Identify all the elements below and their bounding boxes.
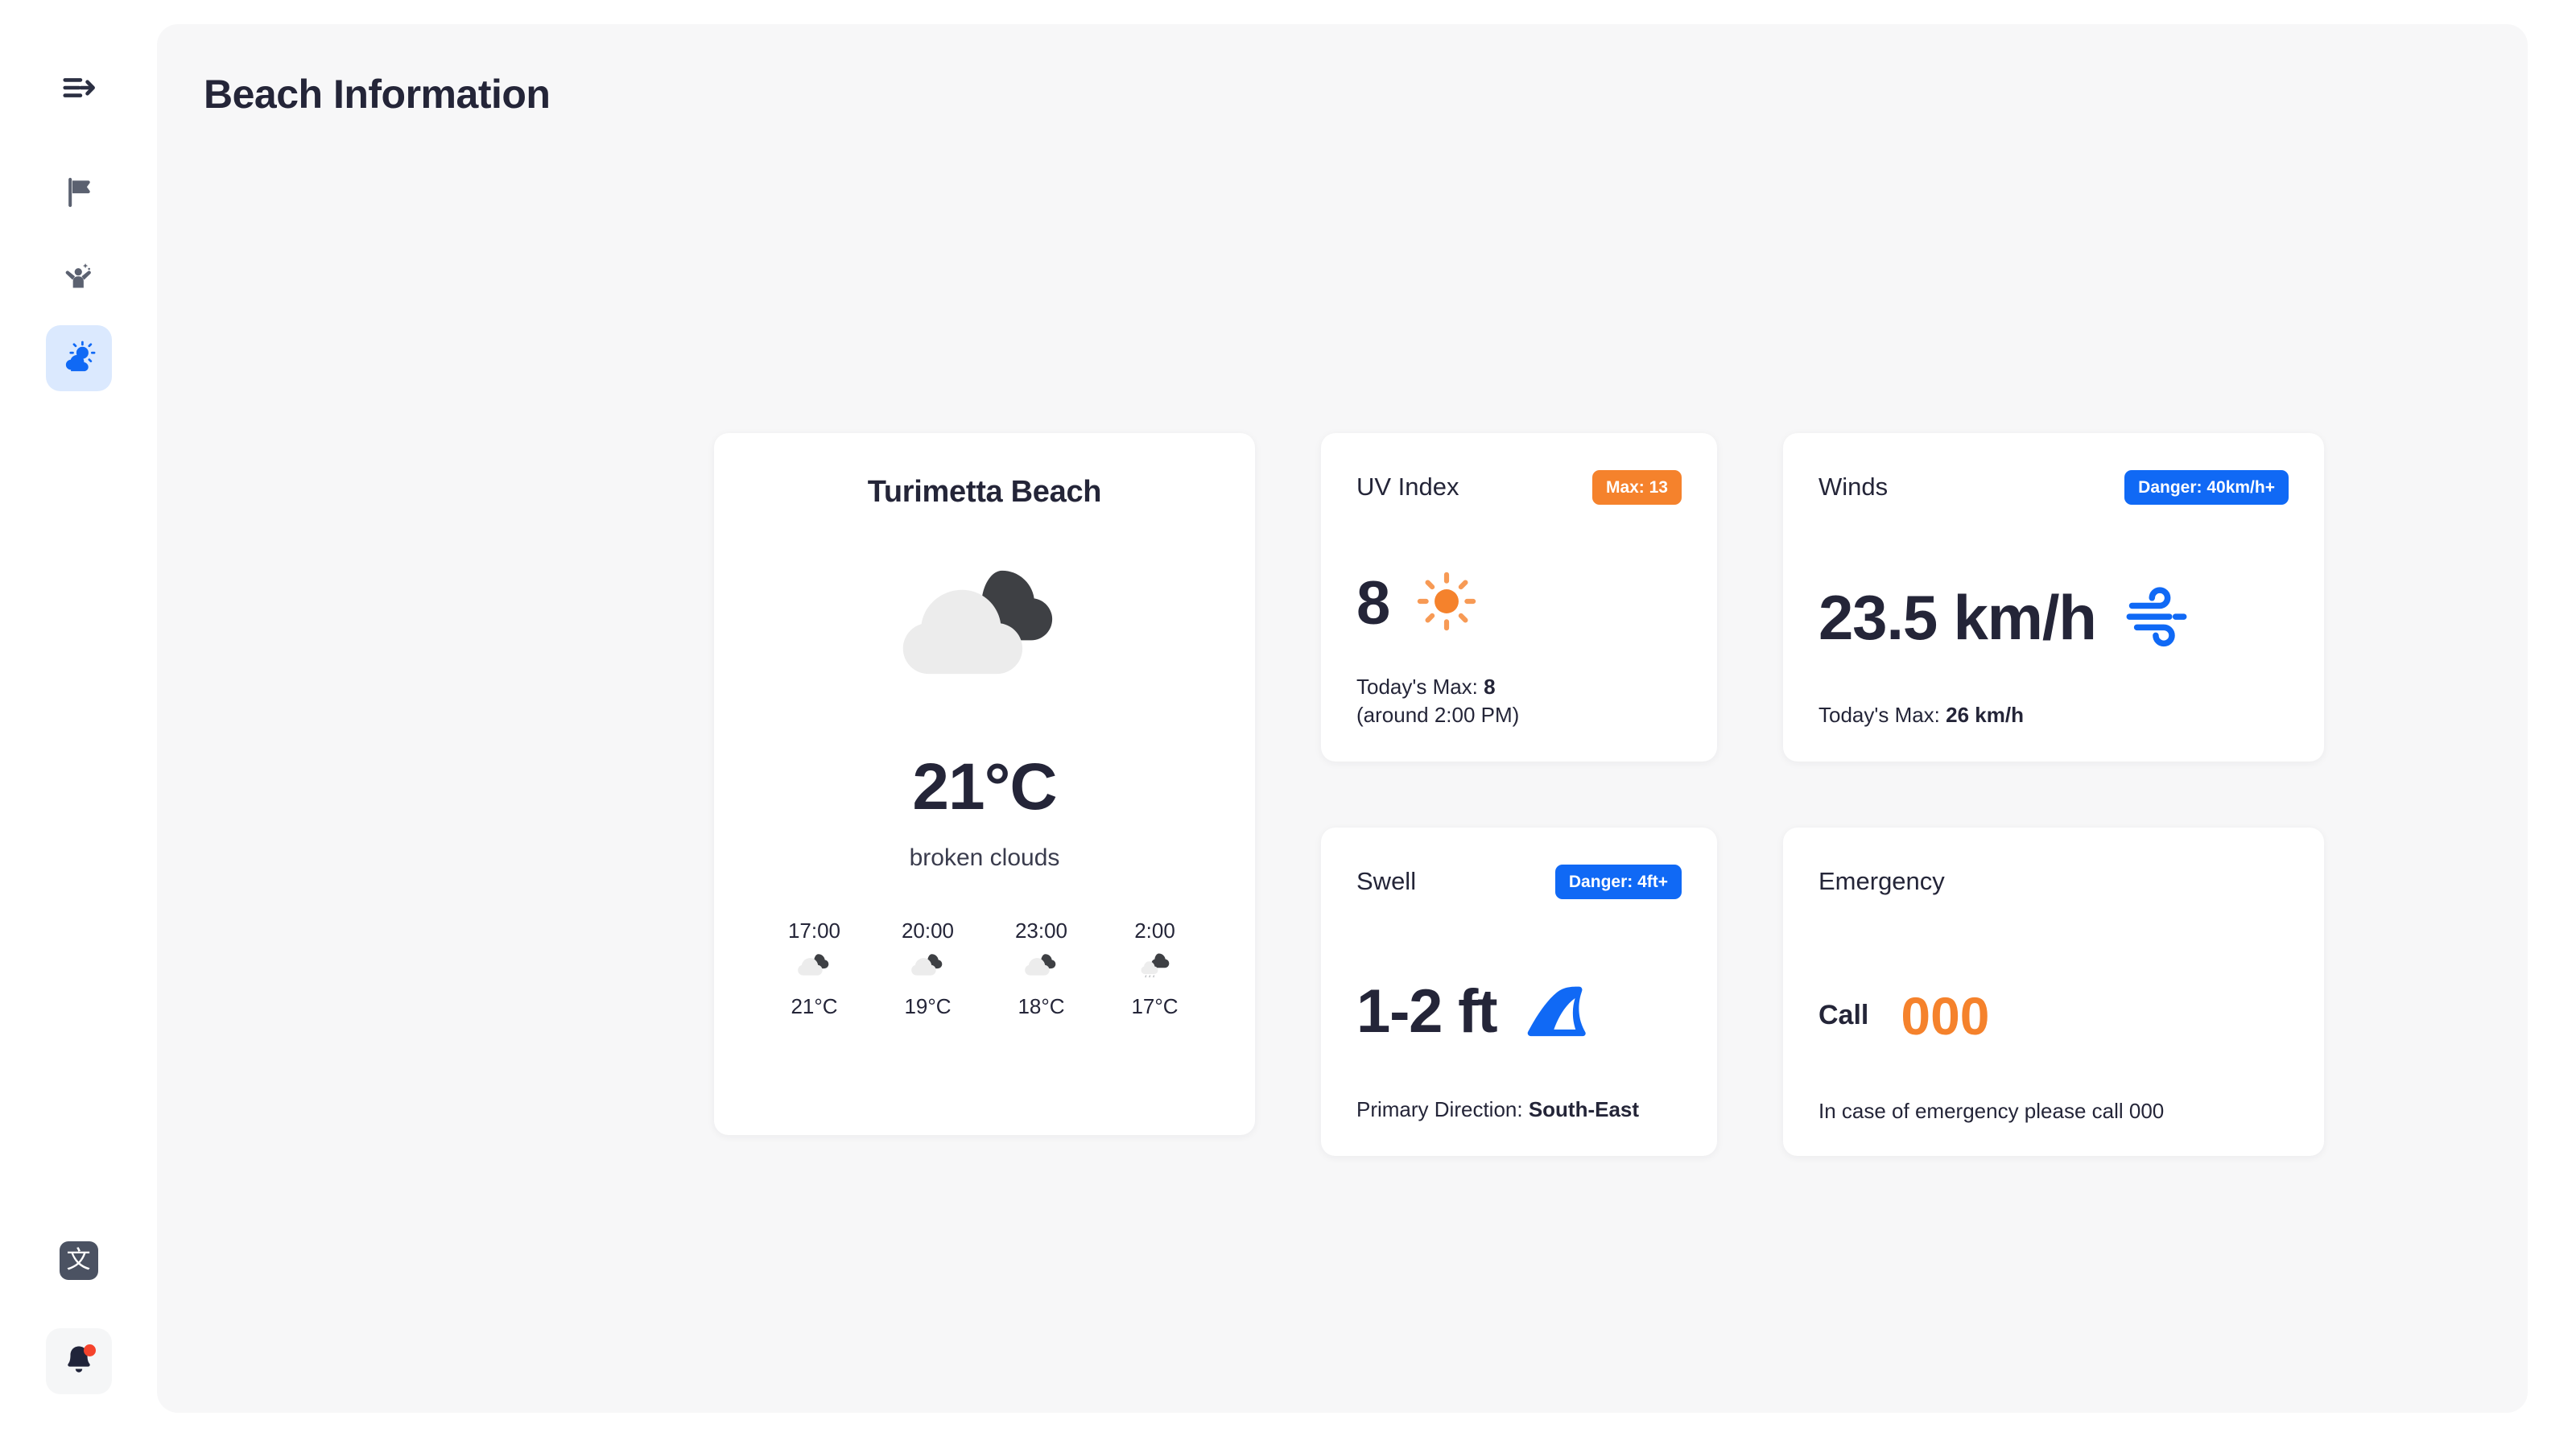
hourly-item: 2:00 17°C [1098, 919, 1212, 1019]
swell-value: 1-2 ft [1356, 977, 1498, 1046]
hourly-time: 17:00 [787, 919, 841, 943]
emergency-number[interactable]: 000 [1901, 989, 1989, 1042]
beach-name: Turimetta Beach [867, 475, 1102, 509]
hourly-time: 23:00 [1014, 919, 1068, 943]
hourly-temp: 18°C [1018, 994, 1065, 1018]
flag-icon [61, 175, 97, 214]
metrics-row-bottom: Swell Danger: 4ft+ 1-2 ft Primary Direct… [1321, 828, 2324, 1156]
swell-card: Swell Danger: 4ft+ 1-2 ft Primary Direct… [1321, 828, 1717, 1156]
winds-card-title: Winds [1818, 473, 1889, 501]
winds-card-header: Winds Danger: 40km/h+ [1818, 469, 2289, 506]
hourly-temp: 19°C [904, 994, 952, 1018]
uv-footer-value: 8 [1484, 674, 1496, 699]
winds-danger-badge: Danger: 40km/h+ [2124, 469, 2289, 505]
broken-clouds-icon [896, 558, 1073, 703]
winds-card: Winds Danger: 40km/h+ 23.5 km/h Today's … [1783, 433, 2324, 762]
uv-index-card: UV Index Max: 13 8 Today's Max: 8 (aroun… [1321, 433, 1717, 762]
swell-card-footer: Primary Direction: South-East [1356, 1096, 1682, 1124]
sidebar: 文 [0, 0, 157, 1449]
sidebar-item-lifeguard[interactable] [46, 243, 112, 309]
uv-value: 8 [1356, 568, 1390, 638]
swell-danger-badge: Danger: 4ft+ [1554, 864, 1682, 899]
hourly-time: 2:00 [1134, 919, 1175, 943]
broken-clouds-icon [796, 952, 833, 985]
winds-footer-label: Today's Max: [1818, 702, 1940, 727]
main-wrapper: Beach Information Turimetta Beach 21°C b… [157, 0, 2576, 1449]
sun-icon [1415, 570, 1478, 637]
notifications-button[interactable] [45, 1328, 112, 1394]
swell-card-header: Swell Danger: 4ft+ [1356, 863, 1682, 900]
hourly-temp: 21°C [791, 994, 838, 1018]
light-rain-icon [1137, 952, 1174, 985]
hourly-item: 20:00 19°C [871, 919, 985, 1019]
broken-clouds-icon [1023, 952, 1060, 985]
metrics-row-top: UV Index Max: 13 8 Today's Max: 8 (aroun… [1321, 433, 2324, 762]
app-root: 文 Beach Information Turimetta Beach 21°C… [0, 0, 2576, 1449]
uv-footer-note: (around 2:00 PM) [1356, 702, 1520, 727]
swell-footer-value: South-East [1528, 1096, 1640, 1121]
swell-card-title: Swell [1356, 867, 1417, 895]
uv-value-row: 8 [1356, 535, 1682, 673]
uv-card-header: UV Index Max: 13 [1356, 469, 1682, 506]
emergency-note: In case of emergency please call 000 [1818, 1099, 2165, 1123]
page-title: Beach Information [204, 72, 551, 117]
winds-value: 23.5 km/h [1818, 582, 2097, 654]
sidebar-item-weather[interactable] [45, 325, 112, 391]
swell-value-row: 1-2 ft [1356, 929, 1682, 1096]
uv-card-title: UV Index [1356, 473, 1459, 501]
emergency-card-header: Emergency [1818, 863, 2289, 900]
uv-card-footer: Today's Max: 8 (around 2:00 PM) [1356, 673, 1682, 729]
hourly-item: 23:00 18°C [985, 919, 1098, 1019]
beach-description: broken clouds [909, 844, 1060, 871]
swell-footer-label: Primary Direction: [1356, 1096, 1523, 1121]
notification-badge-dot [83, 1344, 96, 1356]
sidebar-toggle-button[interactable] [46, 56, 112, 122]
broken-clouds-icon [910, 952, 947, 985]
winds-footer-value: 26 km/h [1946, 702, 2024, 727]
uv-max-badge: Max: 13 [1591, 469, 1682, 505]
metrics-column: UV Index Max: 13 8 Today's Max: 8 (aroun… [1321, 433, 2324, 1156]
emergency-call-label: Call [1818, 1000, 1869, 1030]
emergency-card: Emergency Call 000 In case of emergency … [1783, 828, 2324, 1156]
beach-summary-card: Turimetta Beach 21°C broken clouds 17:00 [714, 433, 1255, 1135]
hourly-temp: 17°C [1131, 994, 1179, 1018]
emergency-card-title: Emergency [1818, 867, 1945, 895]
hourly-item: 17:00 21°C [758, 919, 871, 1019]
wave-icon [1522, 977, 1588, 1047]
wind-icon [2122, 581, 2191, 654]
hourly-time: 20:00 [901, 919, 955, 943]
hourly-forecast: 17:00 21°C 20:00 19°C 23:00 18°C 2:00 17… [746, 919, 1223, 1019]
uv-footer-label: Today's Max: [1356, 674, 1478, 699]
emergency-call-row: Call 000 [1818, 932, 2289, 1099]
sidebar-item-flags[interactable] [46, 161, 112, 227]
menu-expand-arrow-icon [60, 69, 97, 110]
cards-grid: Turimetta Beach 21°C broken clouds 17:00 [714, 433, 2324, 1156]
winds-value-row: 23.5 km/h [1818, 535, 2289, 701]
sun-behind-cloud-icon [61, 339, 97, 378]
winds-card-footer: Today's Max: 26 km/h [1818, 701, 2289, 729]
beach-temperature: 21°C [912, 750, 1057, 824]
language-button[interactable]: 文 [59, 1241, 98, 1280]
main-content: Beach Information Turimetta Beach 21°C b… [157, 24, 2528, 1413]
person-raised-arms-icon [61, 257, 97, 296]
translate-icon: 文 [66, 1246, 91, 1274]
